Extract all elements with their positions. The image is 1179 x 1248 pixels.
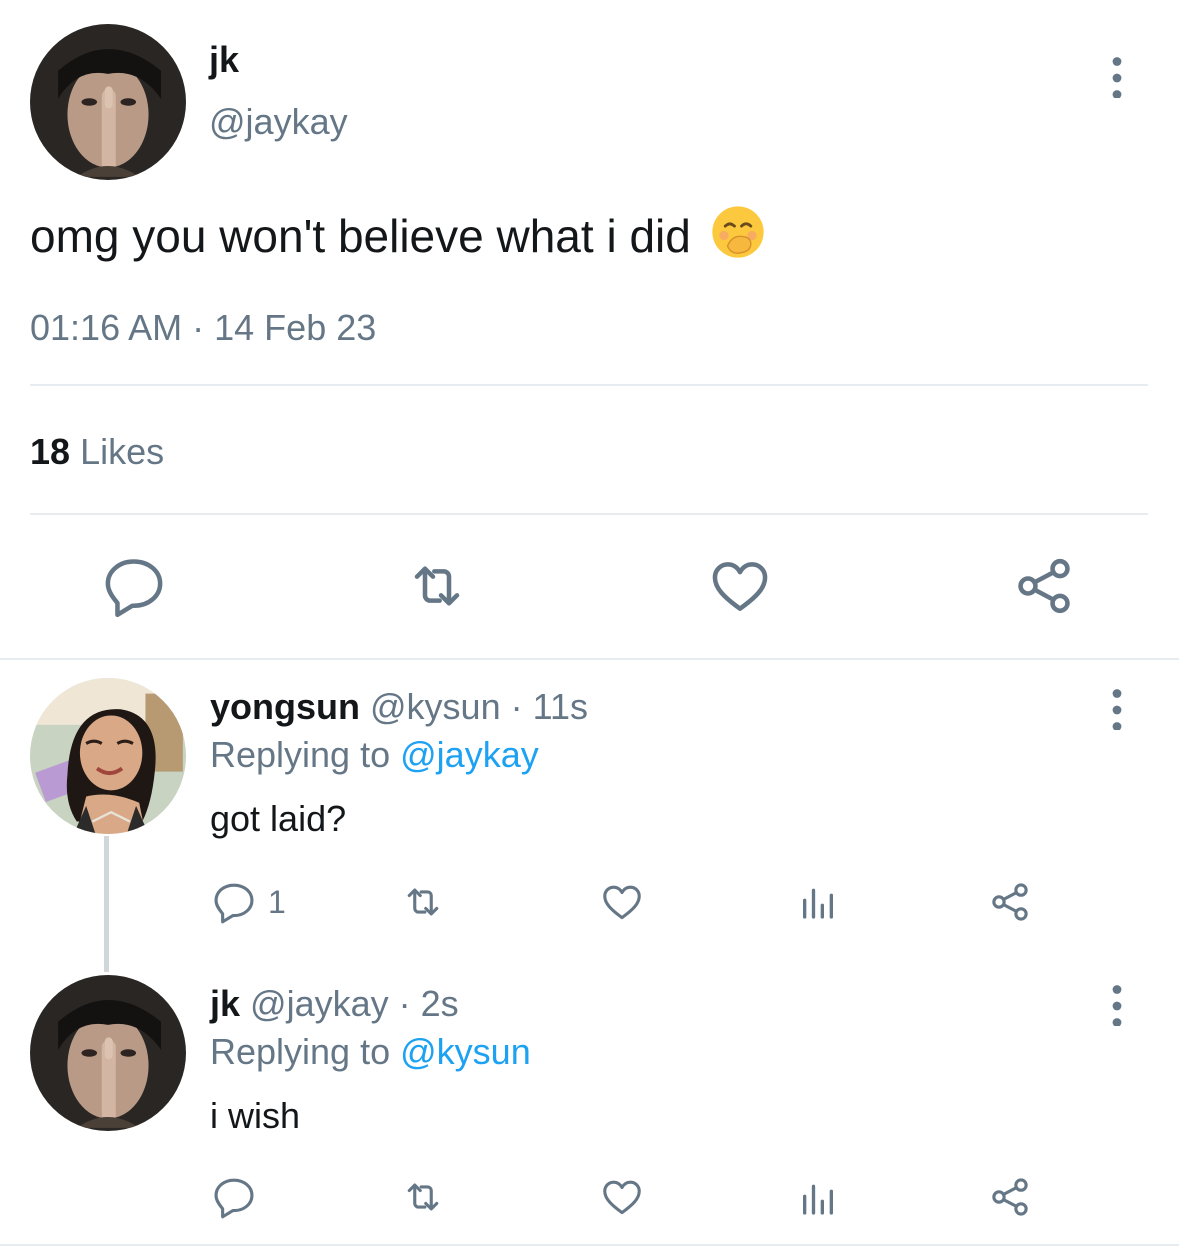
stats-icon[interactable] [798,1178,838,1218]
tweet-date: 14 Feb 23 [214,307,377,348]
tweet-time: 01:16 AM [30,307,183,348]
tweet-text-content: omg you won't believe what i did [30,210,691,262]
share-icon[interactable] [988,1175,1032,1219]
timestamp-separator: · [192,307,205,348]
replying-to-label: Replying to [210,1031,391,1072]
reply-avatar[interactable] [30,678,186,834]
author-avatar[interactable] [30,24,186,180]
divider [0,1244,1179,1246]
divider [30,513,1148,515]
reply-text: got laid? [210,798,347,839]
reply-count: 1 [268,884,286,920]
stats-icon[interactable] [798,882,838,922]
reply-avatar[interactable] [30,975,186,1131]
author-handle[interactable]: @jaykay [209,100,348,144]
reply-header: yongsun @kysun · 11s [210,685,588,729]
likes-label: Likes [80,431,165,472]
reply-age: · 11s [510,686,588,727]
reply-icon[interactable] [212,1175,256,1219]
like-icon[interactable] [708,554,772,618]
reply-author-handle[interactable]: @jaykay [250,983,389,1024]
replying-to: Replying to @kysun [210,1030,531,1074]
divider [0,658,1179,660]
reply-author-name[interactable]: yongsun [210,686,360,727]
covering-mouth-emoji-icon [710,204,766,272]
reply-author-handle[interactable]: @kysun [370,686,501,727]
more-options-icon[interactable] [1103,686,1127,730]
retweet-icon[interactable] [400,880,446,924]
likes-count: 18 [30,431,71,472]
tweet-text: omg you won't believe what i did [30,204,766,272]
replying-to-handle-link[interactable]: @kysun [400,1031,531,1072]
reply-icon[interactable] [212,880,256,924]
reply-author-name[interactable]: jk [210,983,240,1024]
share-icon[interactable] [1012,554,1076,618]
author-name[interactable]: jk [209,38,239,82]
like-icon[interactable] [600,880,644,924]
likes-summary[interactable]: 18 Likes [30,430,164,474]
more-options-icon[interactable] [1103,982,1127,1026]
divider [30,384,1148,386]
like-icon[interactable] [600,1175,644,1219]
more-options-icon[interactable] [1103,54,1127,98]
replying-to-handle-link[interactable]: @jaykay [400,734,539,775]
tweet-timestamp: 01:16 AM · 14 Feb 23 [30,306,376,350]
share-icon[interactable] [988,880,1032,924]
replying-to-label: Replying to [210,734,391,775]
reply-header: jk @jaykay · 2s [210,982,459,1026]
thread-connector-line [104,836,109,972]
reply-icon[interactable] [102,554,166,618]
reply-age: · 2s [398,983,459,1024]
retweet-icon[interactable] [404,554,470,618]
retweet-icon[interactable] [400,1175,446,1219]
replying-to: Replying to @jaykay [210,733,539,777]
reply-text: i wish [210,1095,301,1136]
